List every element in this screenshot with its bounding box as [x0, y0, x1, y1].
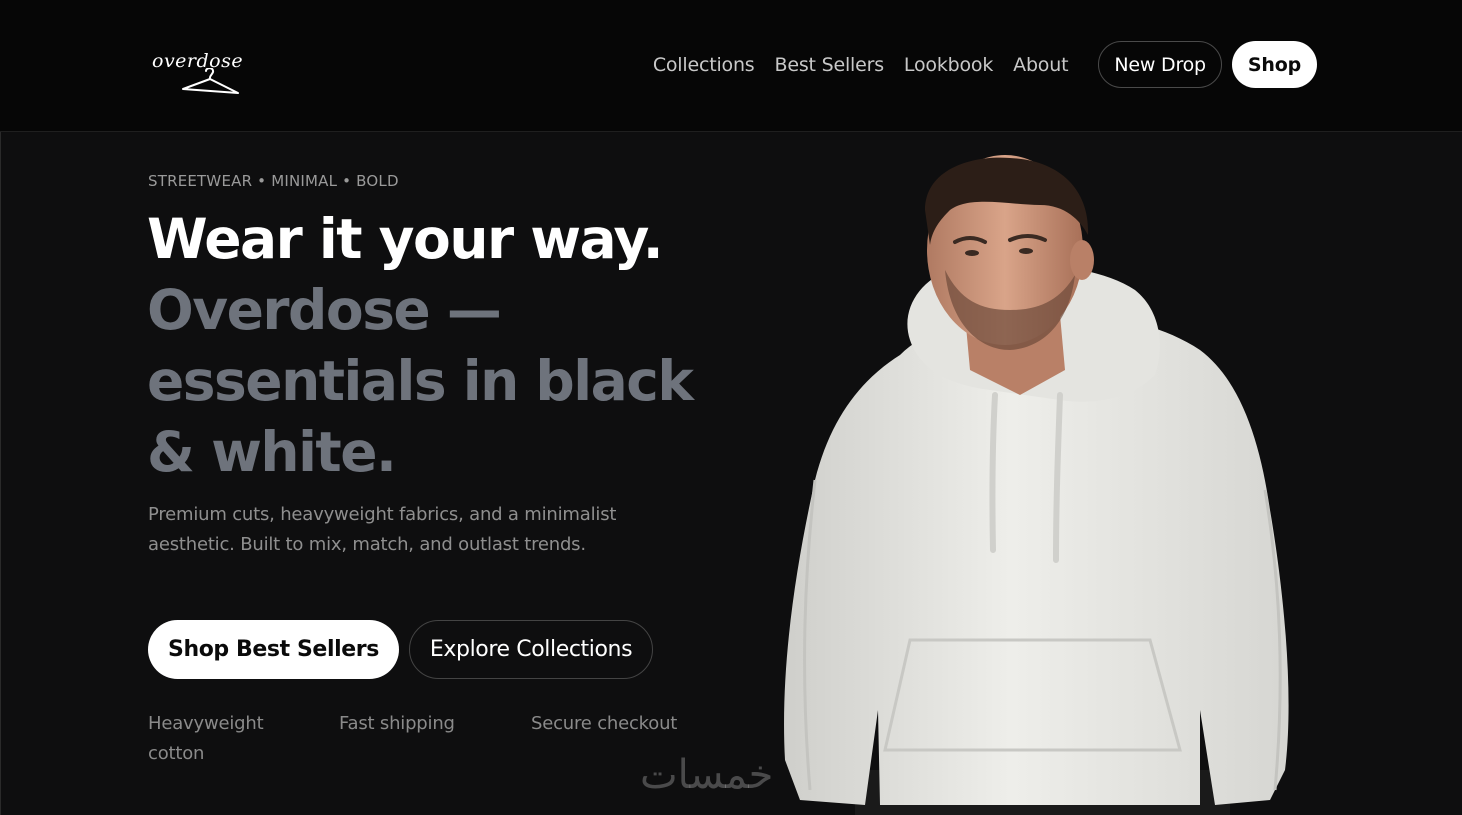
nav-link-lookbook[interactable]: Lookbook	[904, 54, 993, 76]
new-drop-button[interactable]: New Drop	[1098, 41, 1222, 88]
hero-cta-row: Shop Best Sellers Explore Collections	[148, 620, 654, 679]
headline-primary: Wear it your way.	[147, 207, 664, 271]
main-nav: Collections Best Sellers Lookbook About …	[653, 41, 1317, 88]
shop-best-sellers-button[interactable]: Shop Best Sellers	[148, 620, 399, 679]
explore-collections-button[interactable]: Explore Collections	[408, 620, 654, 679]
feature-fast-shipping: Fast shipping	[339, 713, 455, 734]
hero-eyebrow: STREETWEAR • MINIMAL • BOLD	[148, 172, 399, 190]
nav-link-about[interactable]: About	[1013, 54, 1068, 76]
watermark: خمسات	[640, 752, 774, 798]
hanger-icon	[182, 68, 239, 94]
hero-description: Premium cuts, heavyweight fabrics, and a…	[148, 504, 617, 555]
hero-model-image	[784, 155, 1289, 815]
nav-link-best-sellers[interactable]: Best Sellers	[775, 54, 885, 76]
feature-heavyweight-cotton: Heavyweight cotton	[148, 713, 264, 764]
brand-logo[interactable]: overdose	[152, 50, 244, 98]
hero-headline: Wear it your way. Overdose — essentials …	[147, 204, 747, 488]
feature-secure-checkout: Secure checkout	[531, 713, 678, 734]
nav-link-collections[interactable]: Collections	[653, 54, 755, 76]
shop-button[interactable]: Shop	[1231, 41, 1317, 88]
site-header: overdose Collections Best Sellers Lookbo…	[0, 0, 1462, 132]
headline-secondary: Overdose — essentials in black & white.	[147, 278, 694, 484]
